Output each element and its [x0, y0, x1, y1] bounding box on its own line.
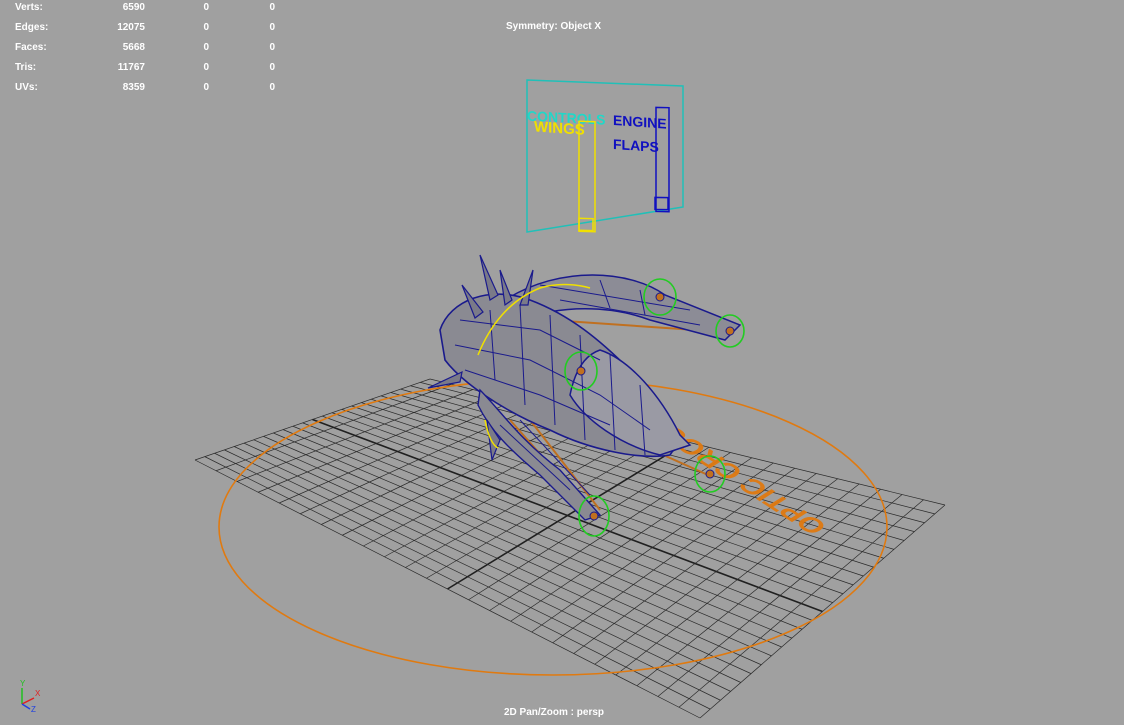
hud-label: Faces: [15, 42, 47, 53]
hud-value: 0 [203, 42, 209, 53]
grid-line [699, 504, 946, 719]
camera-name-label: 2D Pan/Zoom : persp [504, 707, 605, 718]
hud-row-tris: Tris: 11767 0 0 [15, 60, 275, 80]
hud-row-verts: Verts: 6590 0 0 [15, 0, 275, 20]
hud-label: Tris: [15, 62, 37, 73]
hud-value: 0 [203, 22, 209, 33]
grid-line [253, 439, 762, 666]
hud-value: 0 [269, 22, 275, 33]
hud-label: UVs: [15, 82, 38, 93]
hud-value: 6590 [122, 2, 145, 13]
hud-value: 0 [203, 62, 209, 73]
hud-value: 0 [203, 2, 209, 13]
hud-value: 0 [269, 82, 275, 93]
hud-value: 11767 [117, 62, 145, 73]
hud-value: 0 [203, 82, 209, 93]
axis-y-label: Y [20, 679, 26, 688]
hud-row-faces: Faces: 5668 0 0 [15, 40, 275, 60]
axis-gizmo-icon: Y X Z [20, 679, 41, 712]
poly-count-hud: Verts: 6590 0 0 Edges: 12075 0 0 Faces: … [15, 0, 275, 100]
axis-z-label: Z [31, 705, 36, 712]
symmetry-label: Symmetry: Object X [506, 21, 602, 32]
perspective-viewport[interactable]: OPTIC CROSS CONTROLS WINGS ENGINE FLAPS [0, 0, 1124, 725]
engine-flaps-slider-handle[interactable] [654, 196, 669, 211]
grid-line [243, 442, 752, 674]
hud-value: 12075 [117, 22, 145, 33]
hud-value: 0 [269, 42, 275, 53]
hud-label: Edges: [15, 22, 49, 33]
engine-label-line1: ENGINE [613, 112, 667, 132]
grid-line [636, 488, 881, 687]
grid-line [489, 452, 731, 611]
axis-x-label: X [35, 689, 41, 698]
controls-panel[interactable]: CONTROLS WINGS ENGINE FLAPS [526, 79, 684, 233]
wings-label: WINGS [534, 118, 585, 139]
hud-row-uvs: UVs: 8359 0 0 [15, 80, 275, 100]
grid-line [657, 494, 903, 697]
hud-value: 5668 [122, 42, 145, 53]
scene-canvas[interactable]: OPTIC CROSS CONTROLS WINGS ENGINE FLAPS [0, 0, 1124, 725]
grid-line [194, 459, 701, 719]
hud-value: 8359 [122, 82, 145, 93]
wings-slider-handle[interactable] [578, 217, 594, 232]
engine-label-line2: FLAPS [613, 136, 659, 155]
grid-line [234, 446, 741, 683]
hud-value: 0 [269, 2, 275, 13]
grid-line [302, 422, 813, 621]
hud-label: Verts: [15, 2, 43, 13]
hud-row-edges: Edges: 12075 0 0 [15, 20, 275, 40]
hud-value: 0 [269, 62, 275, 73]
